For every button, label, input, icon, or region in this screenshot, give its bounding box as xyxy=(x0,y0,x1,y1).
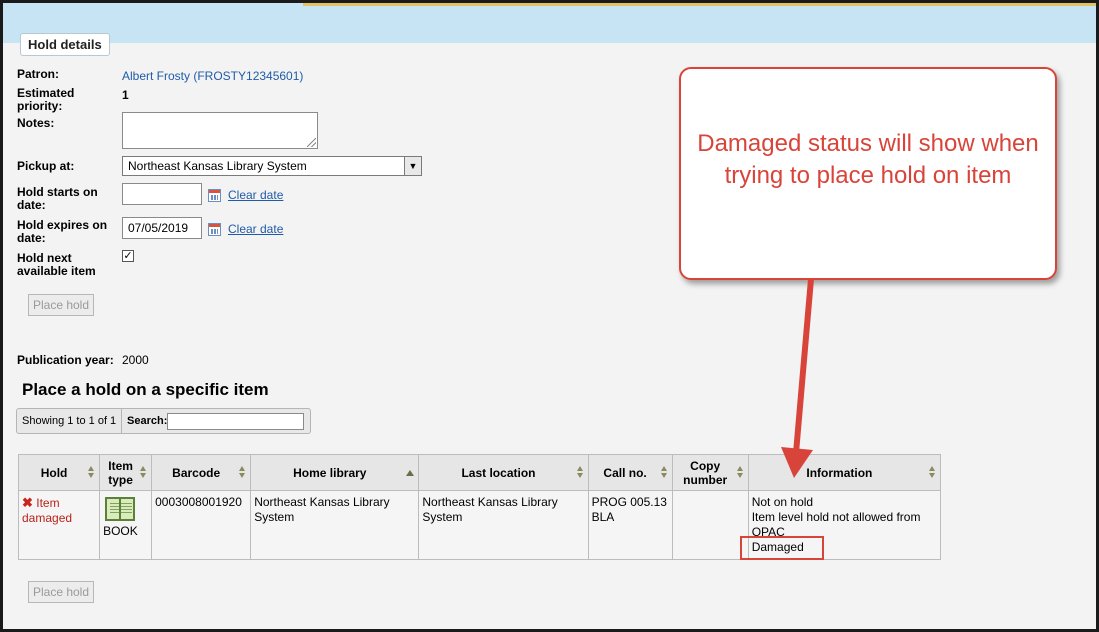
annotation-arrow xyxy=(781,278,814,478)
annotation-arrow-head xyxy=(781,447,813,478)
annotation-arrow-shaft xyxy=(793,278,814,454)
hold-details-window: Hold details Patron: Albert Frosty (FROS… xyxy=(0,0,1099,632)
